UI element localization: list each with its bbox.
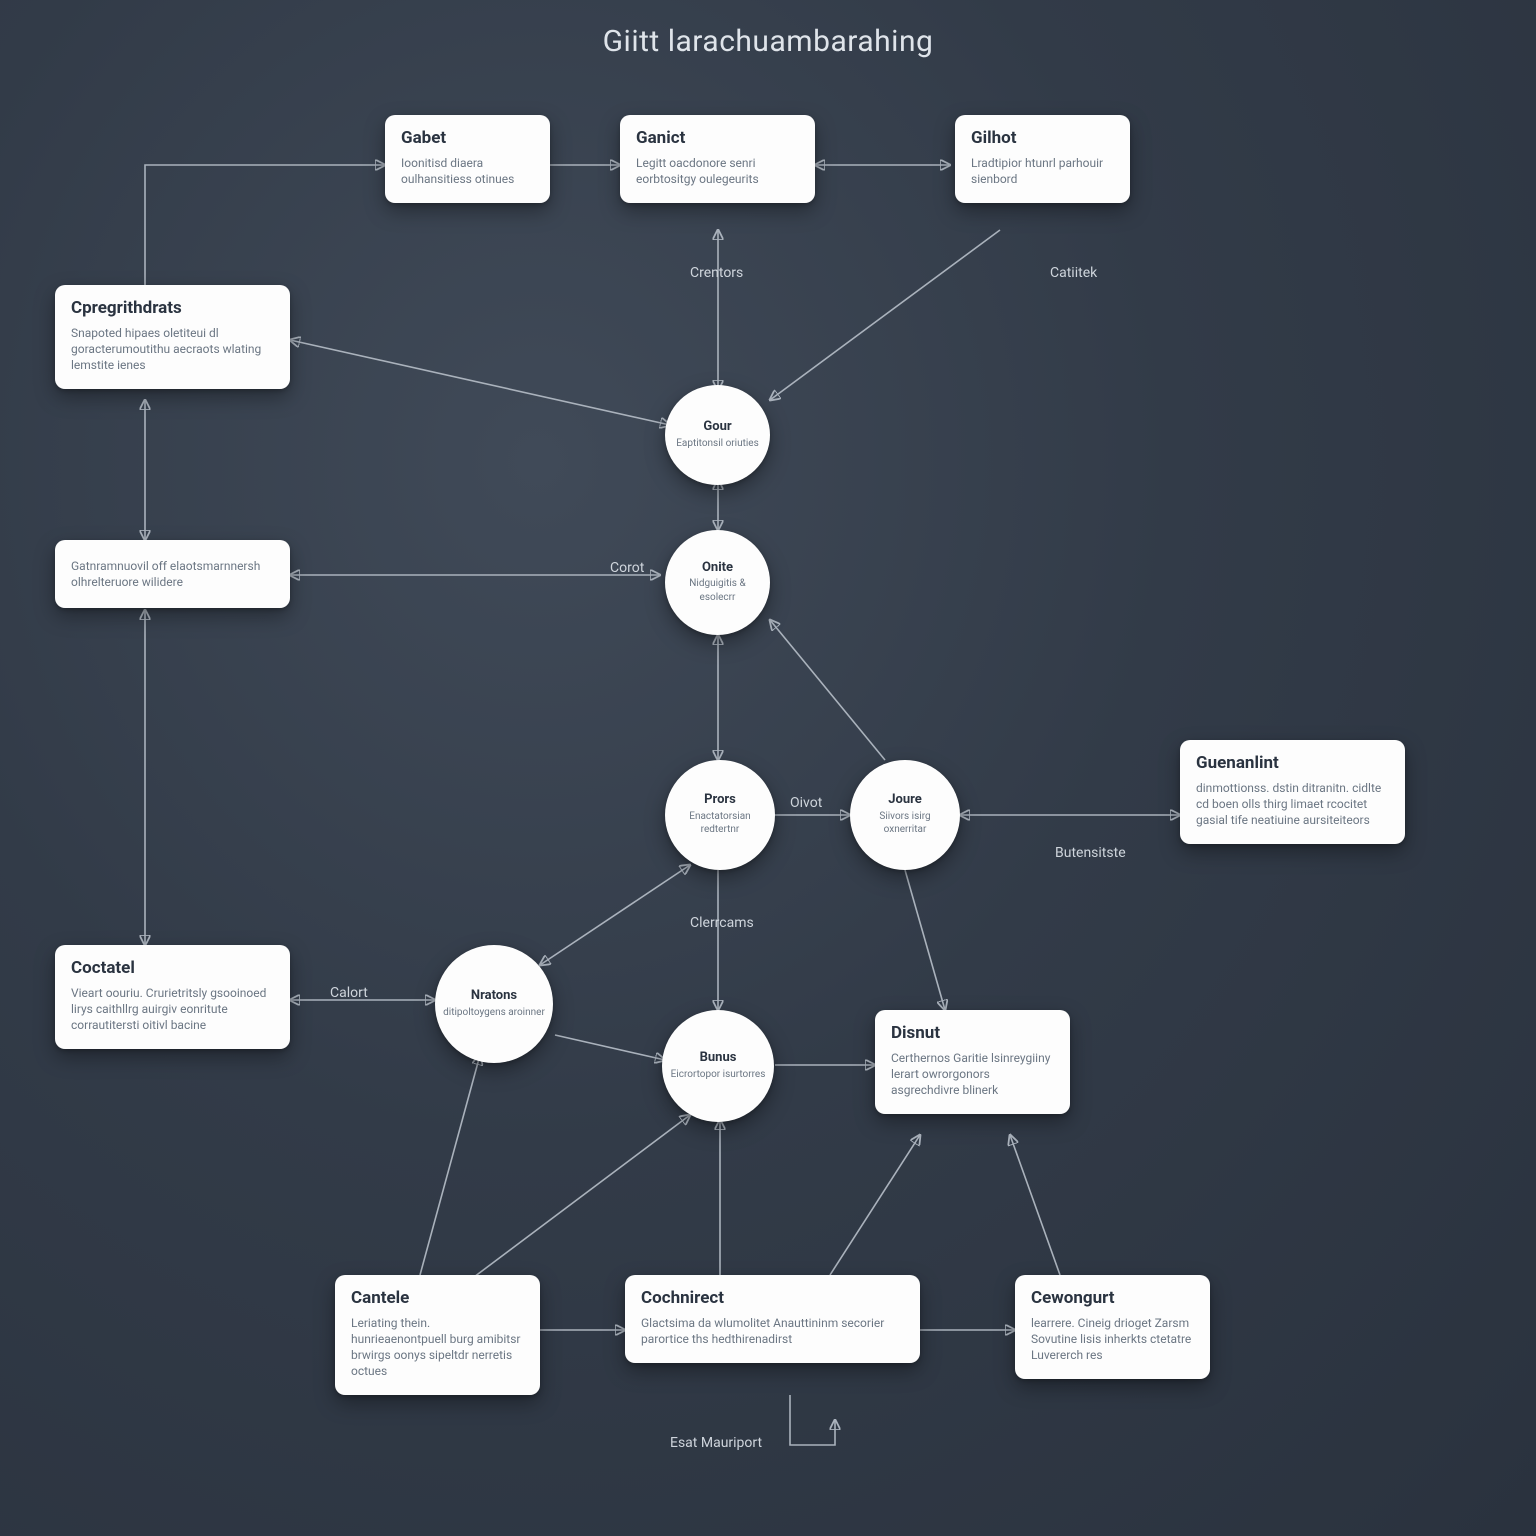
node-title: Guenanlint xyxy=(1196,754,1389,774)
node-title: Onite xyxy=(702,561,733,576)
edge-label-calort: Calort xyxy=(330,985,368,1001)
node-title: Ganict xyxy=(636,129,799,149)
node-body: Lradtipior htunrl parhouir sienbord xyxy=(971,155,1114,187)
node-title: Cochnirect xyxy=(641,1289,904,1309)
node-title: Cpregrithdrats xyxy=(71,299,274,319)
node-title: Disnut xyxy=(891,1024,1054,1044)
node-body: dinmottionss. dstin ditranitn. cidlte cd… xyxy=(1196,780,1389,829)
node-joure[interactable]: Joure Siivors isirg oxnerritar xyxy=(850,760,960,870)
node-body: Ioonitisd diaera oulhansitiess otinues xyxy=(401,155,534,187)
node-body: Siivors isirg oxnerritar xyxy=(858,810,952,837)
node-bunus[interactable]: Bunus Eicrortopor isurtorres xyxy=(662,1010,774,1122)
edge-label-crentors: Crentors xyxy=(690,265,743,281)
node-title: Cewongurt xyxy=(1031,1289,1194,1309)
node-gcompound[interactable]: Gatnramnuovil off elaotsmarnnersh olhrel… xyxy=(55,540,290,608)
node-title: Cantele xyxy=(351,1289,524,1309)
edge-label-oivot: Oivot xyxy=(790,795,822,811)
node-ganict[interactable]: Ganict Legitt oacdonore senri eorbtositg… xyxy=(620,115,815,203)
node-cpregithdrats[interactable]: Cpregrithdrats Snapoted hipaes oletiteui… xyxy=(55,285,290,389)
node-onite[interactable]: Onite Nidguigitis & esolecrr xyxy=(665,530,770,635)
node-title: Coctatel xyxy=(71,959,274,979)
edge-label-catiitek: Catiitek xyxy=(1050,265,1097,281)
node-gilhot[interactable]: Gilhot Lradtipior htunrl parhouir sienbo… xyxy=(955,115,1130,203)
node-disnut[interactable]: Disnut Certhernos Garitie lsinreygiiny l… xyxy=(875,1010,1070,1114)
node-gabet[interactable]: Gabet Ioonitisd diaera oulhansitiess oti… xyxy=(385,115,550,203)
node-cevorgut[interactable]: Cewongurt learrere. Cineig drioget Zarsm… xyxy=(1015,1275,1210,1379)
node-body: Leriating thein. hunrieaenontpuell burg … xyxy=(351,1315,524,1380)
diagram-title: Giitt larachuambarahing xyxy=(0,24,1536,59)
node-body: Vieart oouriu. Crurietritsly gsooinoed l… xyxy=(71,985,274,1034)
node-title: Gour xyxy=(703,420,731,435)
edge-label-butensitste: Butensitste xyxy=(1055,845,1126,861)
edge-label-clerrcams: Clerrcams xyxy=(690,915,754,931)
node-body: Snapoted hipaes oletiteui dl goracterumo… xyxy=(71,325,274,374)
node-title: Gabet xyxy=(401,129,534,149)
edge-label-corot: Corot xyxy=(610,560,644,576)
node-body: learrere. Cineig drioget Zarsm Sovutine … xyxy=(1031,1315,1194,1364)
node-nratons[interactable]: Nratons ditipoltoygens aroinner xyxy=(435,945,553,1063)
node-guenanlint[interactable]: Guenanlint dinmottionss. dstin ditranitn… xyxy=(1180,740,1405,844)
node-prors[interactable]: Prors Enactatorsian redtertnr xyxy=(665,760,775,870)
node-body: Glactsima da wlumolitet Anauttininm seco… xyxy=(641,1315,904,1347)
node-cantele[interactable]: Cantele Leriating thein. hunrieaenontpue… xyxy=(335,1275,540,1395)
node-body: ditipoltoygens aroinner xyxy=(443,1006,545,1020)
edge-label-esat-mauriport: Esat Mauriport xyxy=(670,1435,762,1451)
node-title: Bunus xyxy=(700,1051,737,1066)
node-body: Nidguigitis & esolecrr xyxy=(673,577,762,604)
node-coctatel[interactable]: Coctatel Vieart oouriu. Crurietritsly gs… xyxy=(55,945,290,1049)
node-gour[interactable]: Gour Eaptitonsil oriuties xyxy=(665,385,770,485)
node-title: Joure xyxy=(888,793,922,808)
node-body: Eaptitonsil oriuties xyxy=(676,437,759,451)
node-body: Eicrortopor isurtorres xyxy=(671,1068,766,1082)
node-body: Gatnramnuovil off elaotsmarnnersh olhrel… xyxy=(71,558,274,590)
node-body: Certhernos Garitie lsinreygiiny lerart o… xyxy=(891,1050,1054,1099)
node-body: Legitt oacdonore senri eorbtositgy ouleg… xyxy=(636,155,799,187)
node-cochinnct[interactable]: Cochnirect Glactsima da wlumolitet Anaut… xyxy=(625,1275,920,1363)
node-title: Nratons xyxy=(471,989,517,1004)
node-title: Gilhot xyxy=(971,129,1114,149)
node-body: Enactatorsian redtertnr xyxy=(673,810,767,837)
node-title: Prors xyxy=(704,793,736,808)
